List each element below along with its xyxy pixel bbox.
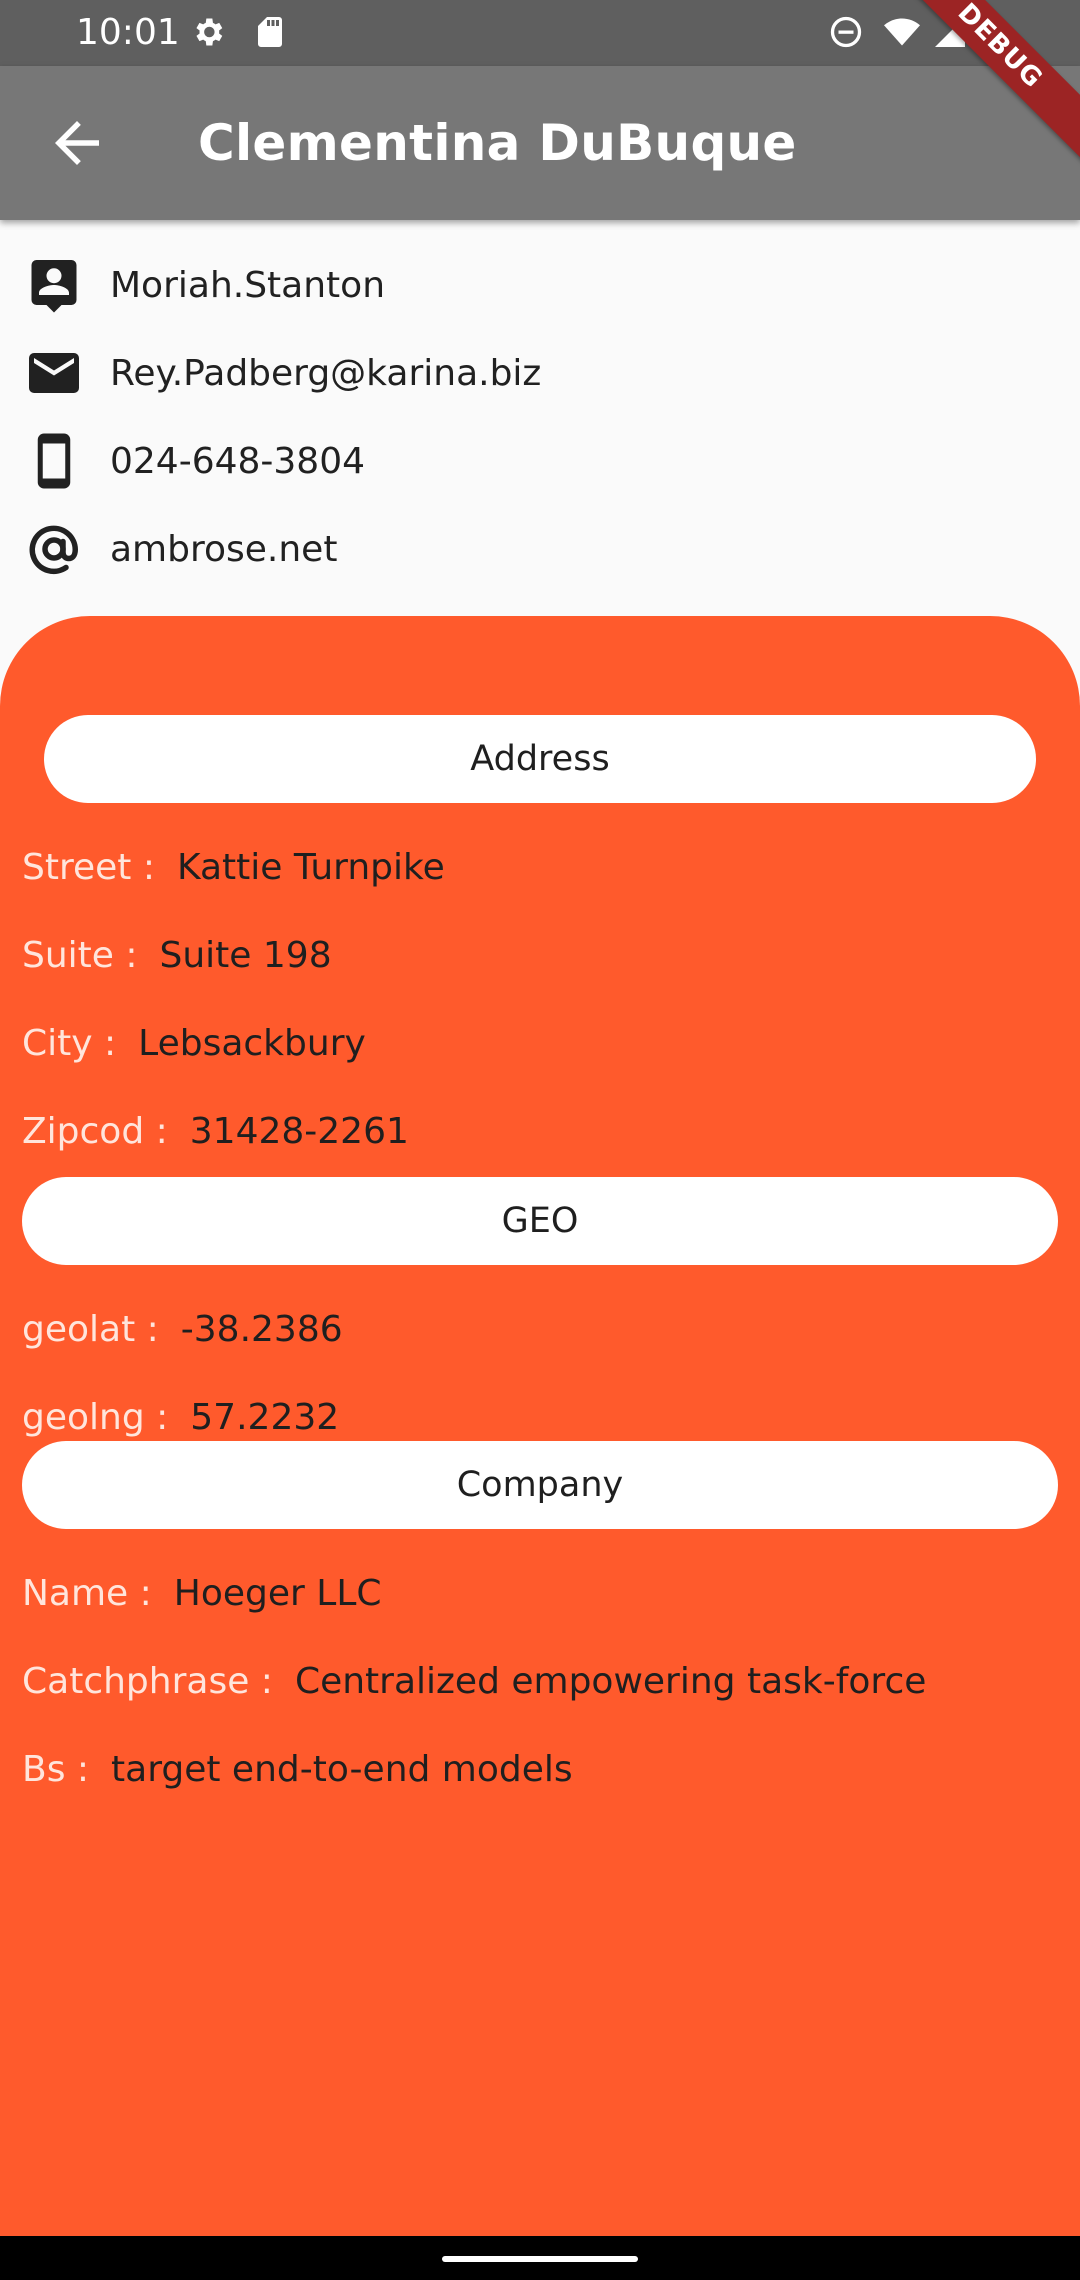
status-bar: 10:01 [0, 0, 1080, 66]
at-sign-icon [29, 525, 79, 575]
bs-value: target end-to-end models [111, 1749, 573, 1790]
catchphrase-row: Catchphrase : Centralized empowering task… [22, 1658, 926, 1706]
settings-icon [196, 18, 223, 46]
geolng-row: geolng : 57.2232 [22, 1394, 339, 1442]
city-row: City : Lebsackbury [22, 1020, 366, 1068]
zip-value: 31428-2261 [189, 1111, 409, 1152]
navigation-bar [0, 2236, 1080, 2280]
city-label: City : [22, 1023, 117, 1064]
company-name-label: Name : [22, 1573, 152, 1614]
phone-icon [37, 433, 71, 489]
address-section-button[interactable]: Address [44, 715, 1036, 803]
contact-phone: 024-648-3804 [110, 440, 366, 482]
geolng-label: geolng : [22, 1397, 169, 1438]
geolng-value: 57.2232 [190, 1397, 340, 1438]
sd-card-icon [258, 17, 282, 47]
geolat-label: geolat : [22, 1309, 159, 1350]
geolat-value: -38.2386 [180, 1309, 343, 1350]
suite-row: Suite : Suite 198 [22, 932, 332, 980]
contact-phone-row: 024-648-3804 [24, 426, 365, 496]
street-label: Street : [22, 847, 155, 888]
bs-label: Bs : [22, 1749, 90, 1790]
geolat-row: geolat : -38.2386 [22, 1306, 343, 1354]
catchphrase-label: Catchphrase : [22, 1661, 273, 1702]
company-section-button[interactable]: Company [22, 1441, 1058, 1529]
company-name-row: Name : Hoeger LLC [22, 1570, 382, 1618]
page-title: Clementina DuBuque [198, 114, 797, 172]
contact-email: Rey.Padberg@karina.biz [110, 352, 542, 394]
contact-username: Moriah.Stanton [110, 264, 386, 306]
app-bar: Clementina DuBuque [0, 66, 1080, 220]
contact-website: ambrose.net [110, 528, 338, 570]
suite-value: Suite 198 [159, 935, 332, 976]
street-row: Street : Kattie Turnpike [22, 844, 445, 892]
email-icon [29, 353, 79, 393]
zip-label: Zipcod : [22, 1111, 168, 1152]
home-gesture-handle[interactable] [442, 2256, 638, 2262]
geo-section-button[interactable]: GEO [22, 1177, 1058, 1265]
contact-email-row: Rey.Padberg@karina.biz [24, 338, 541, 408]
contact-card-icon [31, 260, 77, 313]
do-not-disturb-icon [830, 16, 862, 48]
city-value: Lebsackbury [138, 1023, 366, 1064]
details-panel: Address Street : Kattie Turnpike Suite :S… [0, 616, 1080, 2236]
wifi-icon [884, 18, 920, 46]
status-time: 10:01 [76, 12, 180, 53]
contact-website-row: ambrose.net [24, 514, 337, 584]
company-name-value: Hoeger LLC [173, 1573, 382, 1614]
street-value: Kattie Turnpike [176, 847, 445, 888]
contact-username-row: Moriah.Stanton [24, 250, 385, 320]
catchphrase-value: Centralized empowering task-force [294, 1661, 927, 1702]
zip-row: Zipcod : 31428-2261 [22, 1108, 409, 1156]
back-arrow-icon[interactable] [40, 110, 114, 176]
bs-row: Bs : target end-to-end models [22, 1746, 573, 1794]
suite-label: Suite : [22, 935, 138, 976]
